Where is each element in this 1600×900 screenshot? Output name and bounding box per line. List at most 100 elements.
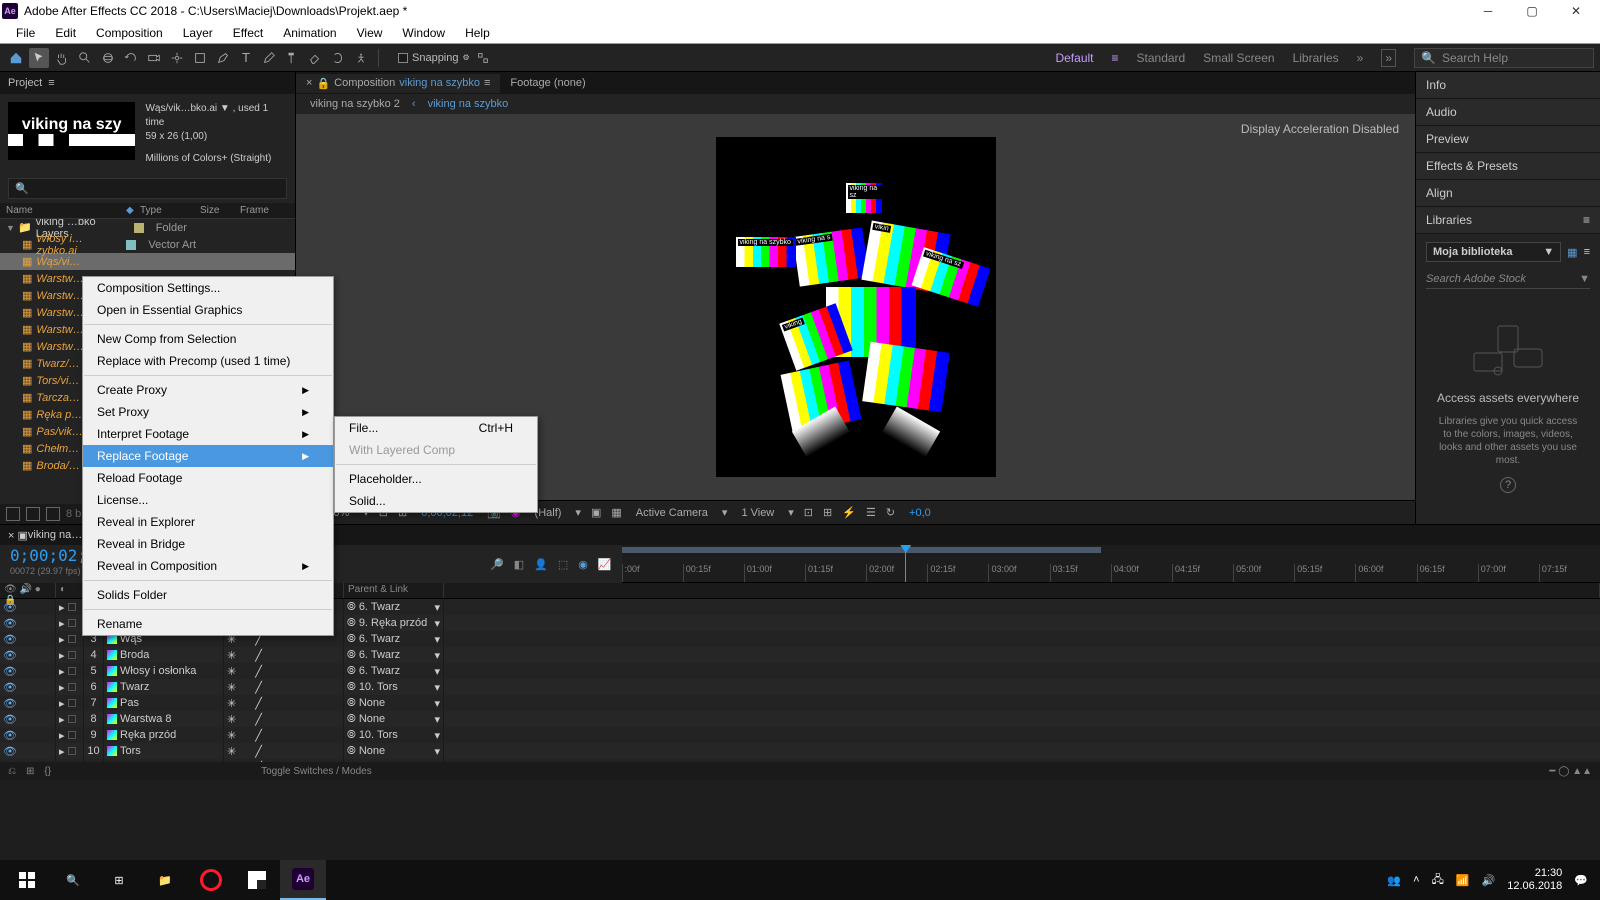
camera-dropdown[interactable]: Active Camera: [632, 507, 712, 519]
visibility-icon[interactable]: 👁: [3, 617, 15, 629]
menu-item[interactable]: New Comp from Selection: [83, 328, 333, 350]
menu-item[interactable]: Set Proxy▶: [83, 401, 333, 423]
roi-icon[interactable]: ▣: [591, 506, 601, 519]
roto-tool[interactable]: [328, 48, 348, 68]
explorer-button[interactable]: 📁: [142, 860, 188, 900]
context-submenu[interactable]: File...Ctrl+HWith Layered Comp Placeholde…: [334, 416, 538, 513]
workspace-standard[interactable]: Standard: [1137, 51, 1186, 65]
mb-icon[interactable]: ◉: [578, 558, 588, 571]
menu-item[interactable]: Solid...: [335, 490, 537, 512]
workspace-default[interactable]: Default: [1055, 51, 1093, 65]
library-select[interactable]: Moja biblioteka▼: [1426, 242, 1561, 262]
menu-item[interactable]: With Layered Comp: [335, 439, 537, 461]
text-tool[interactable]: T: [236, 48, 256, 68]
crumb-current[interactable]: viking na szybko: [428, 98, 509, 110]
panel-align[interactable]: Align: [1416, 180, 1600, 207]
people-icon[interactable]: 👥: [1387, 874, 1401, 887]
panel-libraries[interactable]: Libraries≡: [1416, 207, 1600, 234]
comp-icon[interactable]: ◧: [514, 558, 524, 571]
tray-up-icon[interactable]: ˄: [1413, 874, 1419, 886]
footage-tab[interactable]: Footage (none): [500, 74, 595, 92]
search-help[interactable]: 🔍 Search Help: [1414, 48, 1594, 68]
visibility-icon[interactable]: 👁: [3, 681, 15, 693]
search-button[interactable]: 🔍: [50, 860, 96, 900]
close-button[interactable]: ✕: [1554, 0, 1598, 22]
menu-item[interactable]: Reveal in Composition▶: [83, 555, 333, 577]
home-icon[interactable]: [6, 48, 26, 68]
visibility-icon[interactable]: 👁: [3, 649, 15, 661]
menu-item[interactable]: Create Proxy▶: [83, 379, 333, 401]
menu-item[interactable]: Solids Folder: [83, 584, 333, 606]
snap-opts-icon[interactable]: [473, 48, 493, 68]
camera-tool[interactable]: [144, 48, 164, 68]
menu-item[interactable]: Open in Essential Graphics: [83, 299, 333, 321]
menu-item[interactable]: Reload Footage: [83, 467, 333, 489]
puppet-tool[interactable]: [351, 48, 371, 68]
menu-animation[interactable]: Animation: [273, 24, 346, 42]
menu-composition[interactable]: Composition: [86, 24, 173, 42]
rotation-tool[interactable]: [121, 48, 141, 68]
menu-help[interactable]: Help: [455, 24, 500, 42]
menu-item[interactable]: File...Ctrl+H: [335, 417, 537, 439]
timeline-tab[interactable]: viking na…: [28, 529, 82, 541]
ft-icon[interactable]: ⊞: [26, 766, 34, 777]
panel-preview[interactable]: Preview: [1416, 126, 1600, 153]
fx-icon[interactable]: ⬚: [558, 558, 568, 571]
view-opt-icon[interactable]: ⊡: [804, 506, 813, 519]
panel-info[interactable]: Info: [1416, 72, 1600, 99]
pixel-icon[interactable]: ⊞: [823, 506, 832, 519]
visibility-icon[interactable]: 👁: [3, 665, 15, 677]
timeline-icon[interactable]: ☰: [866, 506, 876, 519]
maximize-button[interactable]: ▢: [1510, 0, 1554, 22]
app-button[interactable]: [234, 860, 280, 900]
aftereffects-button[interactable]: Ae: [280, 860, 326, 900]
graph-icon[interactable]: 📈: [598, 558, 612, 571]
fast-icon[interactable]: ⚡: [842, 506, 856, 519]
views-dropdown[interactable]: 1 View: [737, 507, 778, 519]
grid-view-icon[interactable]: ▦: [1567, 246, 1577, 259]
panel-audio[interactable]: Audio: [1416, 99, 1600, 126]
workspace-smallscreen[interactable]: Small Screen: [1203, 51, 1274, 65]
menu-item[interactable]: Interpret Footage▶: [83, 423, 333, 445]
notifications-icon[interactable]: 💬: [1574, 874, 1588, 887]
shy-icon[interactable]: 👤: [534, 558, 548, 571]
search-icon[interactable]: 🔎: [490, 558, 504, 571]
library-search[interactable]: Search Adobe Stock▼: [1426, 270, 1590, 289]
menu-item[interactable]: Composition Settings...: [83, 277, 333, 299]
menu-layer[interactable]: Layer: [173, 24, 223, 42]
menu-item[interactable]: License...: [83, 489, 333, 511]
ft-icon[interactable]: ⎌: [8, 766, 16, 777]
pen-tool[interactable]: [213, 48, 233, 68]
eraser-tool[interactable]: [305, 48, 325, 68]
volume-icon[interactable]: 🔊: [1482, 874, 1496, 887]
visibility-icon[interactable]: 👁: [3, 713, 15, 725]
visibility-icon[interactable]: 👁: [3, 633, 15, 645]
menu-edit[interactable]: Edit: [45, 24, 86, 42]
menu-item[interactable]: Placeholder...: [335, 468, 537, 490]
interpret-icon[interactable]: [6, 507, 20, 521]
composition-tab[interactable]: ×🔒 Composition viking na szybko≡: [296, 74, 500, 93]
toggle-switches[interactable]: Toggle Switches / Modes: [261, 766, 372, 777]
context-menu[interactable]: Composition Settings...Open in Essential…: [82, 276, 334, 636]
orbit-tool[interactable]: [98, 48, 118, 68]
menu-effect[interactable]: Effect: [223, 24, 273, 42]
anchor-tool[interactable]: [167, 48, 187, 68]
project-search[interactable]: 🔍: [8, 178, 287, 199]
clock[interactable]: 21:3012.06.2018: [1507, 867, 1562, 893]
menu-item[interactable]: Replace with Precomp (used 1 time): [83, 350, 333, 372]
panel-effects[interactable]: Effects & Presets: [1416, 153, 1600, 180]
visibility-icon[interactable]: 👁: [3, 745, 15, 757]
workspace-more-icon[interactable]: »: [1357, 51, 1364, 65]
help-icon[interactable]: ?: [1500, 477, 1516, 493]
minimize-button[interactable]: ─: [1466, 0, 1510, 22]
opera-button[interactable]: [188, 860, 234, 900]
menu-window[interactable]: Window: [392, 24, 455, 42]
menu-file[interactable]: File: [6, 24, 45, 42]
network-icon[interactable]: 🖧: [1432, 871, 1444, 890]
visibility-icon[interactable]: 👁: [3, 729, 15, 741]
menu-item[interactable]: Rename: [83, 613, 333, 635]
zoom-tool[interactable]: [75, 48, 95, 68]
menu-item[interactable]: Reveal in Bridge: [83, 533, 333, 555]
project-tab[interactable]: Project: [8, 77, 42, 89]
rect-tool[interactable]: [190, 48, 210, 68]
